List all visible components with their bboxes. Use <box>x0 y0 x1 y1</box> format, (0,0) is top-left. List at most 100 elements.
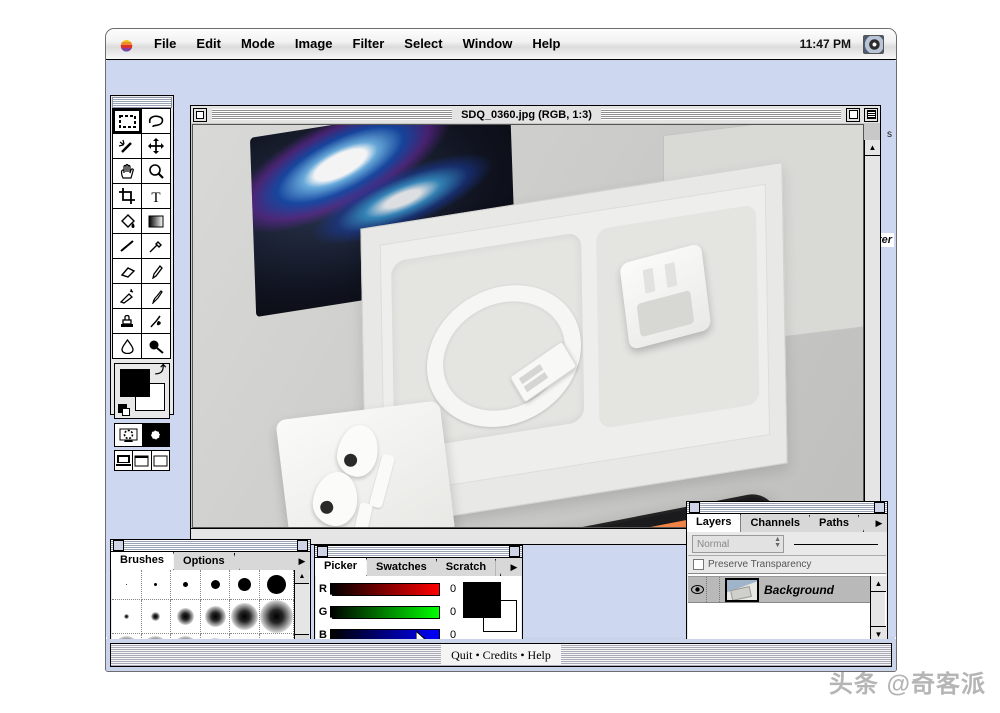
collapse-box-icon[interactable] <box>864 107 879 122</box>
picker-channel-slider[interactable] <box>325 582 440 601</box>
layer-link-cell[interactable] <box>707 577 720 602</box>
apple-logo-icon[interactable] <box>119 35 134 53</box>
menu-window[interactable]: Window <box>453 29 523 59</box>
tab-swatches[interactable]: Swatches <box>367 559 437 576</box>
brush-cell[interactable] <box>112 570 142 600</box>
paint-bucket-tool[interactable] <box>112 208 142 234</box>
document-title-bar[interactable]: SDQ_0360.jpg (RGB, 1:3) <box>191 106 880 124</box>
palette-menu-arrow[interactable]: ▶ <box>871 515 887 532</box>
line-tool[interactable] <box>112 233 142 259</box>
tab-brushes[interactable]: Brushes <box>111 552 175 570</box>
smudge-tool[interactable] <box>141 308 171 334</box>
palette-zoom-icon[interactable] <box>874 502 885 513</box>
picker-color-swatches[interactable] <box>463 582 517 632</box>
tab-scratch[interactable]: Scratch <box>436 559 497 576</box>
layer-name[interactable]: Background <box>764 583 834 597</box>
application-switcher-icon[interactable] <box>863 34 884 54</box>
brush-cell[interactable] <box>112 600 142 634</box>
tab-layers[interactable]: Layers <box>687 514 742 532</box>
picker-slider-thumb[interactable] <box>326 616 336 624</box>
brush-cell[interactable] <box>200 600 231 634</box>
toolbox-palette[interactable]: T ⤴ <box>110 95 174 471</box>
blur-tool[interactable] <box>112 333 142 359</box>
brush-cell[interactable] <box>230 600 260 634</box>
menu-file[interactable]: File <box>144 29 186 59</box>
layers-scrollbar[interactable]: ▲ ▼ <box>870 576 886 642</box>
lasso-tool[interactable] <box>141 108 171 134</box>
menu-image[interactable]: Image <box>285 29 343 59</box>
eraser-tool[interactable] <box>112 258 142 284</box>
picker-palette-grip[interactable] <box>315 546 522 558</box>
zoom-box-icon[interactable] <box>846 107 861 122</box>
palette-collapse-icon[interactable] <box>689 502 700 513</box>
blend-mode-select[interactable]: Normal ▲ ▼ <box>692 535 784 553</box>
airbrush-tool[interactable] <box>112 283 142 309</box>
standard-mode-button[interactable] <box>115 424 142 446</box>
magic-wand-tool[interactable] <box>112 133 142 159</box>
pencil-tool[interactable] <box>141 258 171 284</box>
zoom-tool[interactable] <box>141 158 171 184</box>
brush-cell[interactable] <box>171 570 201 600</box>
marquee-tool[interactable] <box>112 108 142 134</box>
standard-screen-mode-button[interactable] <box>115 451 134 470</box>
preserve-transparency-row[interactable]: Preserve Transparency <box>688 556 886 574</box>
opacity-slider[interactable] <box>794 543 878 545</box>
picker-channel-slider[interactable] <box>325 605 440 624</box>
tab-paths[interactable]: Paths <box>810 515 859 532</box>
eye-icon[interactable] <box>688 577 707 602</box>
move-tool[interactable] <box>141 133 171 159</box>
hand-tool[interactable] <box>112 158 142 184</box>
gradient-tool[interactable] <box>141 208 171 234</box>
menu-edit[interactable]: Edit <box>186 29 231 59</box>
full-screen-with-menu-mode-button[interactable] <box>133 451 152 470</box>
document-window[interactable]: SDQ_0360.jpg (RGB, 1:3) ▲ <box>190 105 881 545</box>
eyedropper-tool[interactable] <box>141 233 171 259</box>
crop-tool[interactable] <box>112 183 142 209</box>
palette-collapse-icon[interactable] <box>317 546 328 557</box>
tab-options[interactable]: Options <box>174 553 235 570</box>
quick-mask-mode-button[interactable] <box>142 424 169 446</box>
toolbox-title-grip[interactable] <box>112 97 172 108</box>
brush-cell[interactable] <box>200 570 231 600</box>
full-screen-mode-button[interactable] <box>152 451 169 470</box>
brush-cell[interactable] <box>171 600 201 634</box>
scroll-up-arrow[interactable]: ▲ <box>865 140 880 156</box>
brush-cell[interactable] <box>141 570 172 600</box>
foreground-color-swatch[interactable] <box>120 369 150 397</box>
close-box-icon[interactable] <box>193 107 207 122</box>
tab-channels[interactable]: Channels <box>741 515 810 532</box>
brush-cell[interactable] <box>260 570 294 600</box>
palette-menu-arrow[interactable]: ▶ <box>294 553 310 570</box>
picker-slider-thumb[interactable] <box>326 593 336 601</box>
menu-help[interactable]: Help <box>522 29 570 59</box>
picker-foreground-swatch[interactable] <box>463 582 501 618</box>
scroll-up-arrow[interactable]: ▲ <box>295 570 309 584</box>
palette-zoom-icon[interactable] <box>509 546 520 557</box>
paintbrush-tool[interactable] <box>141 283 171 309</box>
type-tool[interactable]: T <box>141 183 171 209</box>
menu-filter[interactable]: Filter <box>343 29 395 59</box>
brush-cell[interactable] <box>230 570 260 600</box>
document-vertical-scrollbar[interactable]: ▲ <box>864 140 880 529</box>
menu-select[interactable]: Select <box>394 29 452 59</box>
dodge-burn-tool[interactable] <box>141 333 171 359</box>
layers-palette-grip[interactable] <box>687 502 887 514</box>
rubber-stamp-tool[interactable] <box>112 308 142 334</box>
palette-menu-arrow[interactable]: ▶ <box>506 559 522 576</box>
preserve-transparency-checkbox[interactable] <box>693 559 704 570</box>
layer-row-background[interactable]: Background <box>688 577 871 603</box>
color-swatches[interactable]: ⤴ <box>114 363 170 419</box>
palette-collapse-icon[interactable] <box>113 540 124 551</box>
scroll-up-arrow[interactable]: ▲ <box>871 576 886 592</box>
brush-cell[interactable] <box>141 600 172 634</box>
quit-credits-help[interactable]: Quit • Credits • Help <box>441 645 561 665</box>
palette-zoom-icon[interactable] <box>297 540 308 551</box>
menu-mode[interactable]: Mode <box>231 29 285 59</box>
image-canvas[interactable] <box>192 124 864 528</box>
menu-clock[interactable]: 11:47 PM <box>800 37 851 51</box>
brushes-palette-grip[interactable] <box>111 540 310 552</box>
stepper-arrows-icon[interactable]: ▲ ▼ <box>774 536 781 549</box>
brush-cell[interactable] <box>260 600 294 634</box>
default-colors-icon[interactable] <box>118 404 130 416</box>
swap-colors-icon[interactable]: ⤴ <box>155 365 166 376</box>
